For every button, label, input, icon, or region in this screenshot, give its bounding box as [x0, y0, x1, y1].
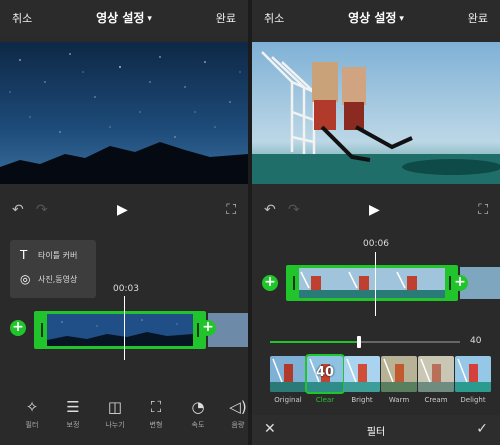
tool-label: 나누기	[105, 421, 125, 429]
tool-transform[interactable]: ⛶ 변형	[136, 398, 176, 430]
slider-thumb[interactable]	[357, 336, 362, 348]
volume-icon: ◁)	[229, 398, 247, 416]
filter-icon: ✧	[25, 398, 39, 416]
undo-icon[interactable]: ↶	[264, 202, 276, 218]
slider-value: 40	[470, 336, 482, 346]
chevron-down-icon: ▾	[399, 14, 404, 24]
filter-thumbnail	[270, 356, 306, 392]
add-clip-button[interactable]: +	[262, 275, 278, 291]
playhead[interactable]	[124, 296, 125, 360]
trim-handle-right[interactable]	[449, 276, 451, 290]
top-bar: 취소 영상 설정 ▾ 완료	[0, 0, 248, 34]
timecode: 00:03	[113, 284, 139, 294]
filter-label: Delight	[460, 396, 486, 404]
timecode: 00:06	[363, 239, 389, 249]
title-text: 영상 설정	[348, 11, 397, 25]
filter-warm[interactable]: Warm	[381, 356, 417, 404]
done-button[interactable]: 완료	[216, 10, 236, 26]
filter-thumbnail	[344, 356, 380, 392]
add-media-item[interactable]: ◎ 사진,동영상	[20, 272, 77, 290]
video-preview-night-sky	[0, 42, 248, 184]
redo-icon[interactable]: ↷	[36, 202, 48, 218]
tool-volume[interactable]: ◁) 음량	[218, 398, 248, 430]
fullscreen-icon[interactable]: ⛶	[226, 202, 236, 218]
filter-thumbnail	[455, 356, 491, 392]
media-label: 사진,동영상	[38, 275, 78, 284]
filter-list: Original 40 Clear Bright Warm Cream Deli…	[270, 354, 500, 408]
page-title[interactable]: 영상 설정 ▾	[252, 9, 500, 26]
tool-label: 음량	[231, 421, 245, 429]
filter-clear[interactable]: 40 Clear	[305, 354, 345, 404]
tool-label: 필터	[25, 421, 39, 429]
adjust-icon: ☰	[66, 398, 80, 416]
tool-label: 속도	[191, 421, 205, 429]
add-title-cover-item[interactable]: T 타이틀 커버	[20, 248, 77, 266]
filter-bright[interactable]: Bright	[344, 356, 380, 404]
edit-toolbar: ✧ 필터 ☰ 보정 ◫ 나누기 ⛶ 변형 ◔ 속도 ◁) 음량	[0, 392, 248, 445]
check-icon[interactable]: ✓	[476, 421, 488, 437]
playhead[interactable]	[375, 252, 376, 316]
title-text: 영상 설정	[96, 11, 145, 25]
add-transition-button[interactable]: +	[452, 275, 468, 291]
tool-split[interactable]: ◫ 나누기	[95, 398, 135, 430]
title-cover-label: 타이틀 커버	[38, 251, 78, 260]
trim-handle-left[interactable]	[41, 323, 43, 337]
speed-icon: ◔	[191, 398, 205, 416]
filter-intensity-slider[interactable]	[270, 336, 460, 348]
filter-label: Warm	[388, 396, 410, 404]
filter-thumbnail	[381, 356, 417, 392]
fullscreen-icon[interactable]: ⛶	[478, 202, 488, 218]
top-bar: 취소 영상 설정 ▾ 완료	[252, 0, 500, 34]
play-icon[interactable]: ▶	[369, 202, 383, 218]
filter-cream[interactable]: Cream	[418, 356, 454, 404]
play-icon[interactable]: ▶	[117, 202, 131, 218]
timeline-clip[interactable]	[34, 311, 206, 349]
done-button[interactable]: 완료	[468, 10, 488, 26]
slider-fill	[270, 341, 360, 343]
transform-icon: ⛶	[150, 398, 162, 416]
filter-label: Original	[274, 396, 302, 404]
filter-thumbnail: 40	[305, 354, 345, 394]
tool-filter[interactable]: ✧ 필터	[12, 398, 52, 430]
trim-handle-right[interactable]	[197, 323, 199, 337]
camera-icon: ◎	[20, 272, 31, 286]
filter-thumbnail	[418, 356, 454, 392]
text-icon: T	[20, 248, 28, 262]
playback-controls: ↶ ↷ ▶ ⛶	[0, 196, 248, 226]
undo-icon[interactable]: ↶	[12, 202, 24, 218]
tool-adjust[interactable]: ☰ 보정	[53, 398, 93, 430]
filter-delight[interactable]: Delight	[455, 356, 491, 404]
tool-label: 변형	[149, 421, 163, 429]
filter-original[interactable]: Original	[270, 356, 306, 404]
clip-frames	[299, 268, 445, 298]
tool-speed[interactable]: ◔ 속도	[178, 398, 218, 430]
filter-bottom-bar: ✕ 필터 ✓	[252, 415, 500, 445]
trim-handle-left[interactable]	[293, 276, 295, 290]
filter-value: 40	[315, 365, 335, 380]
add-menu-popup: T 타이틀 커버 ◎ 사진,동영상	[10, 240, 96, 298]
clip-frames	[47, 314, 193, 346]
page-title[interactable]: 영상 설정 ▾	[0, 9, 248, 26]
filter-label: Clear	[315, 396, 335, 404]
filter-label: Cream	[424, 396, 448, 404]
chevron-down-icon: ▾	[147, 14, 152, 24]
playback-controls: ↶ ↷ ▶ ⛶	[252, 196, 500, 226]
video-preview-boat	[252, 42, 500, 184]
tool-label: 보정	[66, 421, 80, 429]
redo-icon[interactable]: ↷	[288, 202, 300, 218]
filter-label: Bright	[351, 396, 373, 404]
add-transition-button[interactable]: +	[200, 320, 216, 336]
right-screen: 취소 영상 설정 ▾ 완료 ↶ ↷ ▶ ⛶ 00:06 + + 40 Origi…	[252, 0, 500, 445]
filter-panel-title: 필터	[366, 427, 386, 438]
add-clip-button[interactable]: +	[10, 320, 26, 336]
timeline-clip[interactable]	[286, 265, 458, 301]
left-screen: 취소 영상 설정 ▾ 완료 ↶ ↷ ▶ ⛶ T 타이틀 커버 ◎ 사진,동영상 …	[0, 0, 248, 445]
split-icon: ◫	[107, 398, 123, 416]
